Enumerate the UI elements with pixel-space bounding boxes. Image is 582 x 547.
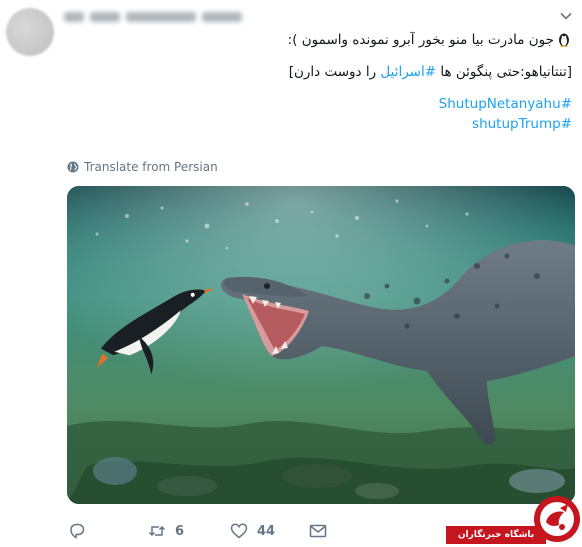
penguin-emoji-icon [559, 33, 569, 47]
dm-button[interactable] [309, 522, 327, 540]
retweet-icon [148, 525, 166, 537]
reply-button[interactable] [68, 522, 95, 540]
chevron-down-icon[interactable] [559, 8, 573, 22]
tweet-actions: 6 44 [64, 522, 364, 544]
tweet-photo[interactable] [67, 186, 575, 504]
hashtag-shutupnetanyahu[interactable]: #ShutupNetanyahu [439, 96, 572, 112]
retweet-count: 6 [175, 523, 185, 539]
tweet-line-2-prefix: [تنتانیاهو:حتی پنگوئن ها [436, 64, 572, 80]
retweet-button[interactable]: 6 [148, 522, 184, 540]
reply-icon [70, 523, 85, 539]
tweet-line-2-suffix: را دوست دارن] [288, 64, 381, 80]
hashtag-shutuptrump[interactable]: #shutupTrump [472, 116, 572, 132]
blurred-author-name[interactable] [64, 10, 254, 24]
tweet-line-2: [تنتانیاهو:حتی پنگوئن ها #اسرائیل را دوس… [270, 62, 572, 82]
photo-leopard-seal-penguin [67, 186, 575, 504]
avatar[interactable] [6, 8, 54, 56]
like-button[interactable]: 44 [230, 522, 275, 540]
translate-link[interactable]: Translate from Persian [67, 160, 218, 174]
like-count: 44 [257, 523, 276, 539]
watermark-emblem [534, 496, 580, 542]
watermark-text: باشگاه خبرنگاران [446, 526, 546, 544]
heart-icon [230, 523, 248, 539]
tweet-line-1: جون مادرت بیا منو بخور آبرو نمونده واسمو… [270, 30, 572, 50]
hashtag-israel[interactable]: #اسرائیل [380, 64, 436, 80]
globe-icon [67, 161, 79, 173]
tweet-text: جون مادرت بیا منو بخور آبرو نمونده واسمو… [270, 30, 572, 134]
tweet-line-1-text: جون مادرت بیا منو بخور آبرو نمونده واسمو… [287, 32, 554, 48]
envelope-icon [309, 524, 327, 538]
translate-label: Translate from Persian [84, 160, 218, 174]
watermark-logo: باشگاه خبرنگاران [444, 492, 582, 547]
